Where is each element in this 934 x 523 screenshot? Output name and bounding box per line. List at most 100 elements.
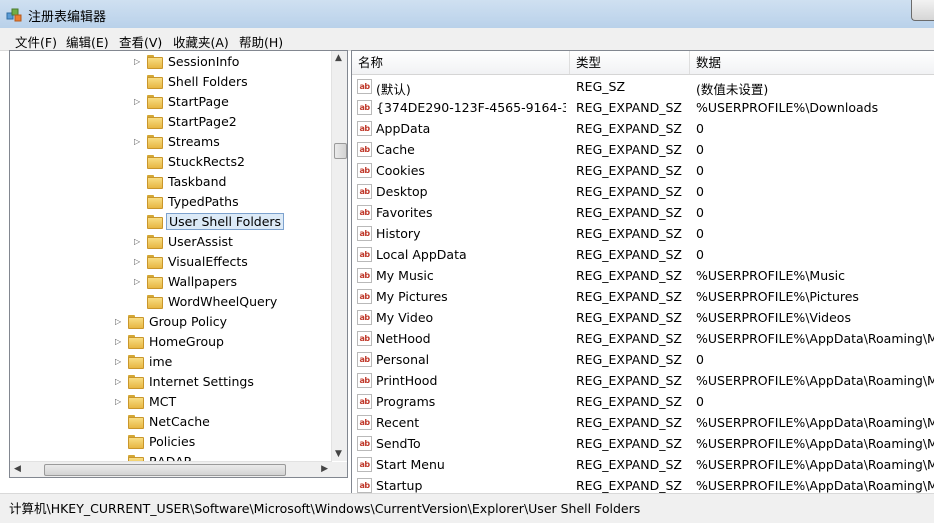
value-row[interactable]: ab My Video REG_EXPAND_SZ %USERPROFILE%\Vid… xyxy=(352,307,934,328)
expand-arrow-icon[interactable]: ▷ xyxy=(134,277,143,286)
tree-item[interactable]: StuckRects2 xyxy=(10,152,330,172)
value-data: 0 xyxy=(696,247,704,262)
menu-file[interactable]: 文件(F) xyxy=(15,32,57,51)
expand-arrow-icon[interactable]: ▷ xyxy=(115,317,124,326)
string-value-icon: ab xyxy=(357,205,372,220)
expand-arrow-icon[interactable]: ▷ xyxy=(115,337,124,346)
value-row[interactable]: ab (默认) REG_SZ (数值未设置) xyxy=(352,76,934,97)
value-row[interactable]: ab My Music REG_EXPAND_SZ %USERPROFILE%\Mus… xyxy=(352,265,934,286)
value-name: NetHood xyxy=(376,331,431,346)
registry-value-list[interactable]: 名称 类型 数据 ab (默认) REG_SZ (数值未设置) ab {374DE290-… xyxy=(351,50,934,494)
value-data: %USERPROFILE%\AppData\Roaming\Mic xyxy=(696,415,934,430)
menu-view[interactable]: 查看(V) xyxy=(119,32,162,51)
tree-item[interactable]: Policies xyxy=(10,432,330,452)
folder-icon xyxy=(147,195,163,209)
tree-vertical-scrollbar[interactable]: ▲ ▼ xyxy=(331,51,347,461)
tree-item-label: User Shell Folders xyxy=(166,213,285,230)
tree-item[interactable]: ▷ StartPage xyxy=(10,92,330,112)
value-row[interactable]: ab Start Menu REG_EXPAND_SZ %USERPROFILE%\A… xyxy=(352,454,934,475)
folder-icon xyxy=(128,335,144,349)
tree-item[interactable]: ▷ HomeGroup xyxy=(10,332,330,352)
expand-arrow-icon[interactable]: ▷ xyxy=(134,57,143,66)
value-row[interactable]: ab History REG_EXPAND_SZ 0 xyxy=(352,223,934,244)
value-data: 0 xyxy=(696,205,704,220)
expand-arrow-icon[interactable]: ▷ xyxy=(115,397,124,406)
value-row[interactable]: ab AppData REG_EXPAND_SZ 0 xyxy=(352,118,934,139)
value-type: REG_EXPAND_SZ xyxy=(576,268,682,283)
expand-arrow-icon[interactable]: ▷ xyxy=(134,237,143,246)
scroll-thumb[interactable] xyxy=(44,464,286,476)
value-name: My Music xyxy=(376,268,434,283)
tree-item[interactable]: ▷ Group Policy xyxy=(10,312,330,332)
window-control-button[interactable] xyxy=(911,0,934,21)
scroll-left-arrow-icon[interactable]: ◀ xyxy=(14,464,21,474)
value-data: (数值未设置) xyxy=(696,82,769,97)
value-row[interactable]: ab Local AppData REG_EXPAND_SZ 0 xyxy=(352,244,934,265)
tree-item-label: StartPage2 xyxy=(168,114,237,129)
expand-arrow-icon[interactable]: ▷ xyxy=(115,357,124,366)
expand-arrow-icon[interactable]: ▷ xyxy=(134,137,143,146)
value-row[interactable]: ab PrintHood REG_EXPAND_SZ %USERPROFILE%\Ap… xyxy=(352,370,934,391)
menu-favorites[interactable]: 收藏夹(A) xyxy=(173,32,229,51)
column-header-type[interactable]: 类型 xyxy=(570,51,690,74)
tree-item[interactable]: ▷ Streams xyxy=(10,132,330,152)
tree-item[interactable]: NetCache xyxy=(10,412,330,432)
value-row[interactable]: ab Desktop REG_EXPAND_SZ 0 xyxy=(352,181,934,202)
string-value-icon: ab xyxy=(357,163,372,178)
value-data: 0 xyxy=(696,121,704,136)
value-row[interactable]: ab Programs REG_EXPAND_SZ 0 xyxy=(352,391,934,412)
value-row[interactable]: ab Cookies REG_EXPAND_SZ 0 xyxy=(352,160,934,181)
tree-item[interactable]: Taskband xyxy=(10,172,330,192)
tree-item[interactable]: ▷ SessionInfo xyxy=(10,52,330,72)
scroll-up-arrow-icon[interactable]: ▲ xyxy=(335,53,342,63)
folder-icon xyxy=(128,415,144,429)
expand-arrow-icon[interactable]: ▷ xyxy=(115,377,124,386)
tree-item[interactable]: ▷ MCT xyxy=(10,392,330,412)
value-row[interactable]: ab SendTo REG_EXPAND_SZ %USERPROFILE%\AppDa… xyxy=(352,433,934,454)
tree-item[interactable]: Shell Folders xyxy=(10,72,330,92)
tree-item-label: MCT xyxy=(149,394,177,409)
expand-arrow-icon[interactable]: ▷ xyxy=(134,257,143,266)
value-row[interactable]: ab My Pictures REG_EXPAND_SZ %USERPROFILE%\… xyxy=(352,286,934,307)
title-bar[interactable]: 注册表编辑器 xyxy=(0,0,934,28)
value-row[interactable]: ab Personal REG_EXPAND_SZ 0 xyxy=(352,349,934,370)
value-row[interactable]: ab NetHood REG_EXPAND_SZ %USERPROFILE%\AppD… xyxy=(352,328,934,349)
tree-horizontal-scrollbar[interactable]: ◀ ▶ xyxy=(10,461,332,477)
value-data: %USERPROFILE%\AppData\Roaming\Mic xyxy=(696,331,934,346)
tree-item[interactable]: StartPage2 xyxy=(10,112,330,132)
value-row[interactable]: ab {374DE290-123F-4565-9164-39... REG_EXPA… xyxy=(352,97,934,118)
string-value-icon: ab xyxy=(357,268,372,283)
value-data: 0 xyxy=(696,226,704,241)
value-type: REG_EXPAND_SZ xyxy=(576,457,682,472)
column-header-name[interactable]: 名称 xyxy=(352,51,570,74)
registry-key-tree[interactable]: ▷ SessionInfo Shell Folders ▷ StartPage Start… xyxy=(9,50,348,478)
scroll-down-arrow-icon[interactable]: ▼ xyxy=(335,449,342,459)
scroll-thumb[interactable] xyxy=(334,143,347,159)
tree-item[interactable]: User Shell Folders xyxy=(10,212,330,232)
value-row[interactable]: ab Cache REG_EXPAND_SZ 0 xyxy=(352,139,934,160)
tree-item-label: Streams xyxy=(168,134,220,149)
value-row[interactable]: ab Favorites REG_EXPAND_SZ 0 xyxy=(352,202,934,223)
value-row[interactable]: ab Recent REG_EXPAND_SZ %USERPROFILE%\AppDa… xyxy=(352,412,934,433)
menu-edit[interactable]: 编辑(E) xyxy=(66,32,109,51)
value-data: %USERPROFILE%\Pictures xyxy=(696,289,859,304)
value-name: {374DE290-123F-4565-9164-39... xyxy=(376,100,566,115)
value-name: Startup xyxy=(376,478,423,493)
value-row[interactable]: ab Startup REG_EXPAND_SZ %USERPROFILE%\AppD… xyxy=(352,475,934,493)
tree-item-label: HomeGroup xyxy=(149,334,224,349)
tree-item[interactable]: ▷ UserAssist xyxy=(10,232,330,252)
value-type: REG_EXPAND_SZ xyxy=(576,436,682,451)
tree-item[interactable]: ▷ VisualEffects xyxy=(10,252,330,272)
tree-item[interactable]: ▷ ime xyxy=(10,352,330,372)
column-header-data[interactable]: 数据 xyxy=(690,51,934,74)
value-data: 0 xyxy=(696,394,704,409)
value-data: %USERPROFILE%\AppData\Roaming\Mic xyxy=(696,457,934,472)
tree-item[interactable]: ▷ Internet Settings xyxy=(10,372,330,392)
expand-arrow-icon[interactable]: ▷ xyxy=(134,97,143,106)
tree-item[interactable]: WordWheelQuery xyxy=(10,292,330,312)
tree-item[interactable]: ▷ Wallpapers xyxy=(10,272,330,292)
tree-item-label: Policies xyxy=(149,434,196,449)
scroll-right-arrow-icon[interactable]: ▶ xyxy=(321,464,328,474)
tree-item[interactable]: TypedPaths xyxy=(10,192,330,212)
menu-help[interactable]: 帮助(H) xyxy=(239,32,283,51)
